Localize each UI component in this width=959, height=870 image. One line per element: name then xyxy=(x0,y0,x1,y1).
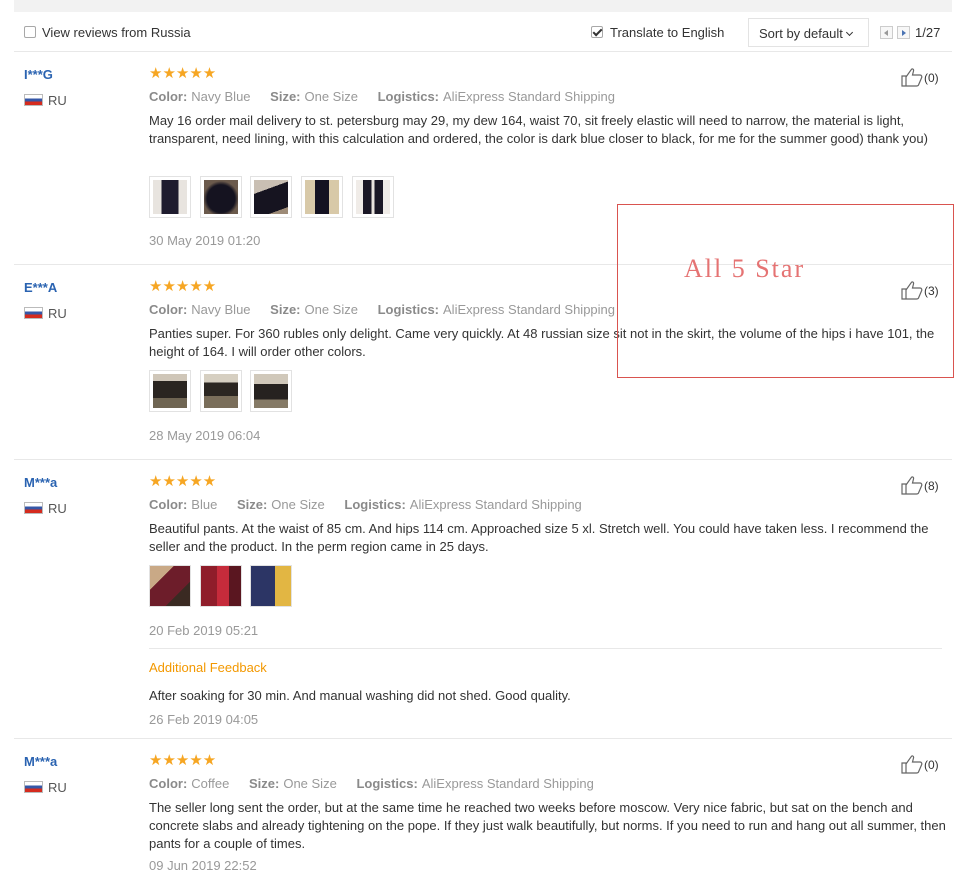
review-photos xyxy=(149,565,297,607)
additional-feedback: Additional Feedback After soaking for 30… xyxy=(149,648,942,738)
order-properties: Color: Blue Size: One Size Logistics: AliEx… xyxy=(149,497,582,512)
translate-checkbox[interactable] xyxy=(591,26,603,38)
helpful-button[interactable]: (0) xyxy=(901,754,939,774)
order-properties: Color: Navy Blue Size: One Size Logistics:… xyxy=(149,302,616,317)
additional-feedback-text: After soaking for 30 min. And manual was… xyxy=(149,688,571,703)
additional-feedback-date: 26 Feb 2019 04:05 xyxy=(149,712,259,727)
review-date: 30 May 2019 01:20 xyxy=(149,233,261,248)
reviewer-name[interactable]: M***a xyxy=(24,475,57,490)
review-photo[interactable] xyxy=(199,176,242,218)
review-text: The seller long sent the order, but at t… xyxy=(149,800,946,851)
thumbs-up-icon xyxy=(901,476,923,495)
review-photo[interactable] xyxy=(351,176,394,218)
reviewer-country: RU xyxy=(24,306,67,321)
view-russia-label[interactable]: View reviews from Russia xyxy=(42,25,191,40)
star-rating: ★★★★★ xyxy=(149,752,217,769)
annotation-box: All 5 Star xyxy=(617,204,954,378)
review-photos xyxy=(149,370,297,412)
reviews-toolbar: View reviews from Russia Translate to En… xyxy=(14,16,952,52)
reviewer-name[interactable]: E***A xyxy=(24,280,57,295)
russia-flag-icon xyxy=(24,781,43,793)
top-strip xyxy=(14,0,952,12)
thumbs-up-icon xyxy=(901,755,923,774)
russia-flag-icon xyxy=(24,307,43,319)
prev-page-button[interactable] xyxy=(880,26,893,39)
reviewer-name[interactable]: M***a xyxy=(24,754,57,769)
order-properties: Color: Coffee Size: One Size Logistics: Ali… xyxy=(149,776,594,791)
thumbs-up-icon xyxy=(901,68,923,87)
review-photo[interactable] xyxy=(250,370,293,412)
star-rating: ★★★★★ xyxy=(149,65,217,82)
reviewer-name[interactable]: I***G xyxy=(24,67,53,82)
review-photo[interactable] xyxy=(149,370,191,412)
star-rating: ★★★★★ xyxy=(149,278,217,295)
review-photo[interactable] xyxy=(149,565,191,607)
next-page-button[interactable] xyxy=(897,26,910,39)
additional-feedback-title: Additional Feedback xyxy=(149,660,267,675)
review-item: M***a RU ★★★★★ Color: Blue Size: One Size … xyxy=(14,473,952,739)
review-text: Beautiful pants. At the waist of 85 cm. … xyxy=(149,521,929,554)
order-properties: Color: Navy Blue Size: One Size Logistics:… xyxy=(149,89,616,104)
russia-flag-icon xyxy=(24,94,43,106)
review-date: 09 Jun 2019 22:52 xyxy=(149,858,257,870)
reviewer-country: RU xyxy=(24,93,67,108)
review-photo[interactable] xyxy=(149,176,191,218)
helpful-count: (0) xyxy=(924,71,939,85)
reviewer-country: RU xyxy=(24,501,67,516)
sort-label: Sort by default xyxy=(759,26,843,41)
view-russia-checkbox[interactable] xyxy=(24,26,36,38)
translate-label[interactable]: Translate to English xyxy=(610,25,724,40)
star-rating: ★★★★★ xyxy=(149,473,217,490)
helpful-count: (0) xyxy=(924,758,939,772)
review-text: May 16 order mail delivery to st. peters… xyxy=(149,113,928,146)
review-date: 28 May 2019 06:04 xyxy=(149,428,261,443)
review-photo[interactable] xyxy=(199,370,242,412)
review-photos xyxy=(149,176,399,218)
russia-flag-icon xyxy=(24,502,43,514)
review-photo[interactable] xyxy=(199,565,242,607)
reviewer-country: RU xyxy=(24,780,67,795)
review-item: M***a RU ★★★★★ Color: Coffee Size: One Siz… xyxy=(14,752,952,870)
sort-dropdown[interactable]: Sort by default xyxy=(748,18,869,47)
review-date: 20 Feb 2019 05:21 xyxy=(149,623,259,638)
review-photo[interactable] xyxy=(300,176,343,218)
page-indicator: 1/27 xyxy=(915,25,941,40)
annotation-text: All 5 Star xyxy=(684,254,806,283)
review-photo[interactable] xyxy=(250,176,293,218)
helpful-button[interactable]: (8) xyxy=(901,475,939,495)
helpful-button[interactable]: (0) xyxy=(901,67,939,87)
review-photo[interactable] xyxy=(250,565,293,607)
helpful-count: (8) xyxy=(924,479,939,493)
chevron-down-icon xyxy=(845,28,853,37)
